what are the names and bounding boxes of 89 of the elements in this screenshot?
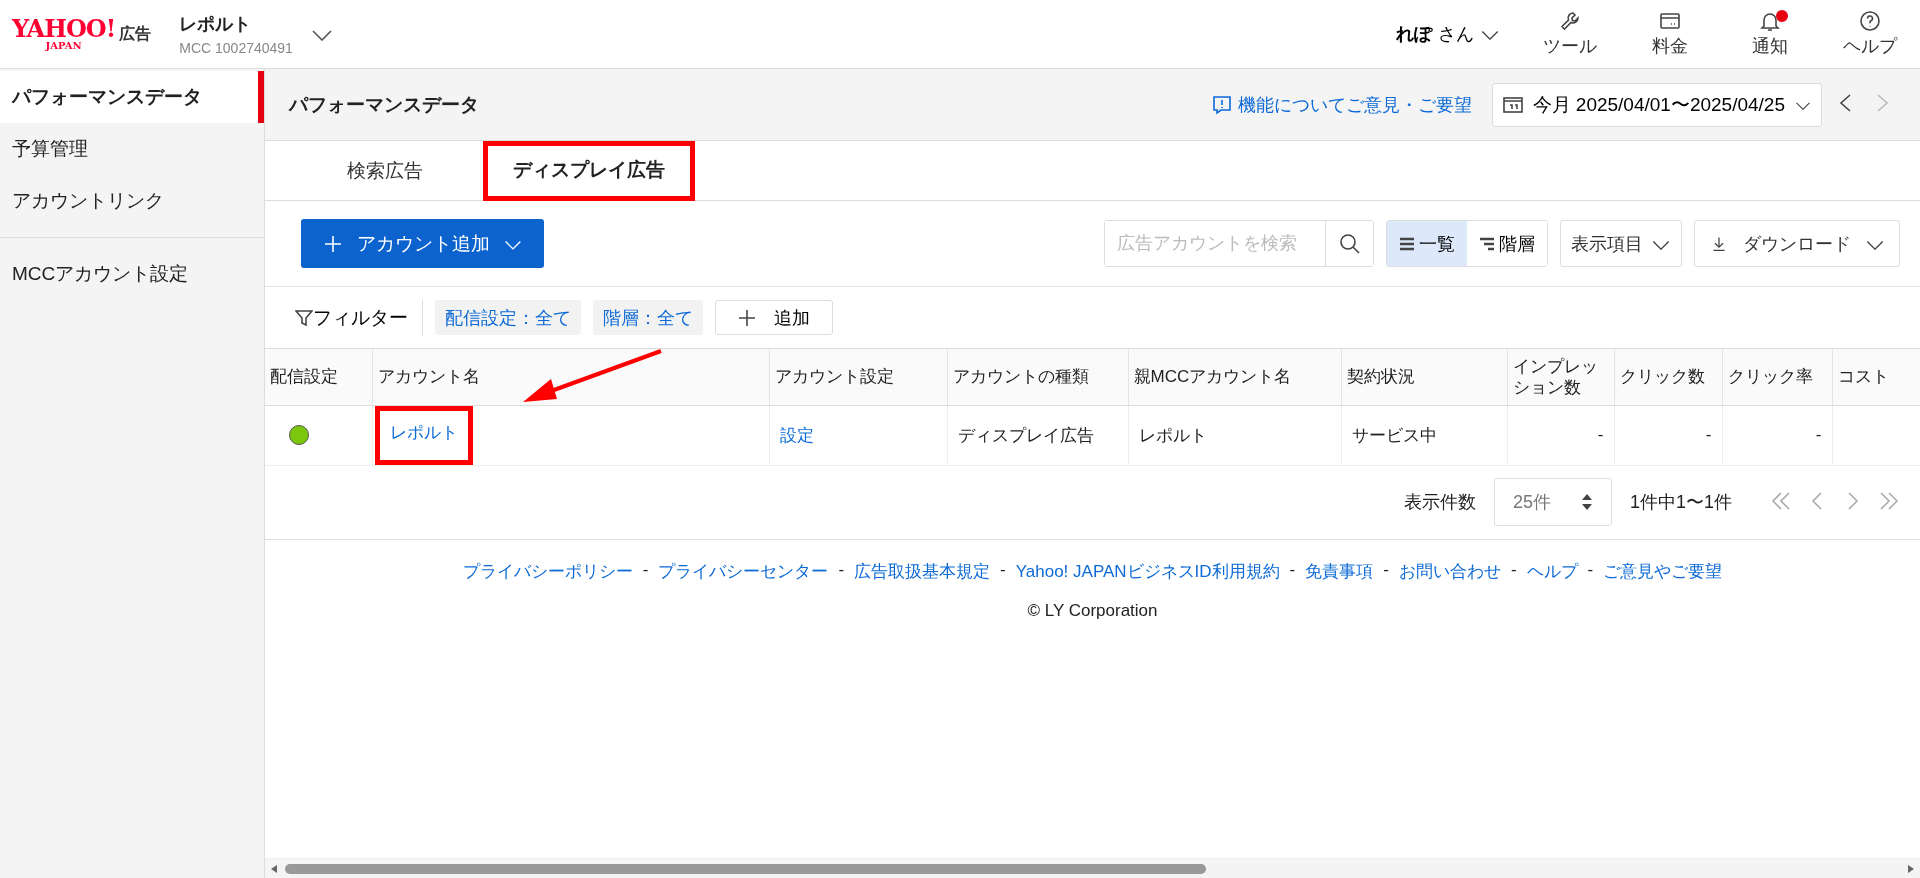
bell-icon [1759,10,1781,32]
column-header: クリック率 [1722,349,1832,405]
per-page-select[interactable]: 25件 [1493,478,1612,526]
column-header: 配信設定 [265,349,372,405]
filter-chip[interactable]: 階層：全て [593,300,703,335]
table-cell: - [1722,405,1832,465]
wrench-icon [1559,10,1581,32]
column-header: インプレッション数 [1507,349,1614,405]
sidebar-item[interactable]: パフォーマンスデータ [0,71,264,123]
account-id: MCC 1002740491 [179,40,293,56]
sort-arrows-icon [1580,492,1593,512]
chevron-down-icon [1480,28,1500,40]
table-cell: サービス中 [1341,405,1507,465]
logo-suffix: 広告 [119,23,152,44]
account-link[interactable]: レポルト [374,405,473,465]
list-icon [1399,236,1415,251]
separator: - [642,559,649,581]
date-range-picker[interactable]: 今月 2025/04/01〜2025/04/25 [1491,82,1822,127]
table-cell: レポルト [1128,405,1341,465]
scrollbar-thumb[interactable] [285,863,1206,874]
logo-text: YAHOO! [12,17,116,41]
footer-link[interactable]: 免責事項 [1305,559,1374,583]
filter-chip[interactable]: 配信設定：全て [435,300,581,335]
column-header: アカウント名 [372,349,769,405]
double-chevron-left-icon [1770,490,1792,512]
scroll-left-icon [269,863,279,874]
footer-link[interactable]: Yahoo! JAPANビジネスID利用規約 [1015,559,1280,583]
tab[interactable]: 検索広告 [317,141,453,201]
chevron-left-icon [1838,93,1852,113]
chevron-right-icon [1876,93,1890,113]
footer-link[interactable]: プライバシーポリシー [462,559,633,583]
per-page-label: 表示件数 [1403,491,1476,514]
search-field[interactable]: 広告アカウントを検索 [1104,220,1374,267]
tab[interactable]: ディスプレイ広告 [483,141,695,201]
separator: - [838,559,845,581]
horizontal-scrollbar[interactable] [265,858,1920,878]
separator: - [1289,559,1296,581]
footer-link[interactable]: プライバシーセンター [658,559,829,583]
separator: - [1510,559,1517,581]
download-button[interactable]: ダウンロード [1694,220,1900,267]
table-cell: - [1614,405,1722,465]
toolbar-button[interactable]: ツール [1520,0,1620,68]
user-menu[interactable]: れぽ さん [1390,21,1506,47]
settings-link[interactable]: 設定 [779,423,814,447]
result-count: 1件中1〜1件 [1629,491,1732,514]
view-toggle[interactable]: 一覧 [1387,221,1467,266]
hierarchy-icon [1479,236,1495,251]
search-button[interactable] [1325,221,1373,266]
feedback-icon [1211,94,1232,115]
column-header: アカウントの種類 [947,349,1128,405]
plus-icon [323,233,343,254]
plus-icon [738,308,756,327]
separator: - [1587,559,1594,581]
calendar-icon [1502,96,1523,113]
feedback-link[interactable]: 機能についてご意見・ご要望 [1211,92,1472,117]
sidebar-item[interactable]: アカウントリンク [0,175,264,227]
copyright: © LY Corporation [1027,600,1158,621]
scroll-right-icon [1906,863,1916,874]
double-chevron-right-icon [1878,490,1900,512]
footer-link[interactable]: ご意見やご要望 [1603,559,1723,583]
separator: - [1000,559,1006,581]
toolbar-button[interactable]: 通知 [1720,0,1820,68]
filter-button[interactable]: フィルター [289,299,423,336]
chevron-down-icon[interactable] [310,27,333,41]
account-name: レポルト [179,13,253,36]
add-filter-button[interactable]: 追加 [715,300,833,335]
column-header: アカウント設定 [769,349,947,405]
column-header: 契約状況 [1341,349,1507,405]
footer-link[interactable]: 広告取扱基本規定 [854,559,991,583]
filter-icon [295,308,313,327]
table-cell: ディスプレイ広告 [947,405,1128,465]
toolbar-button[interactable]: ヘルプ [1820,0,1920,68]
separator: - [1383,559,1389,581]
help-icon [1859,10,1881,32]
sidebar-item[interactable]: MCCアカウント設定 [0,248,264,300]
footer-link[interactable]: ヘルプ [1526,559,1578,583]
footer-link[interactable]: お問い合わせ [1398,559,1501,583]
column-header: 親MCCアカウント名 [1128,349,1341,405]
card-icon [1659,10,1681,32]
column-header: コスト [1832,349,1920,405]
add-account-button[interactable]: アカウント追加 [301,219,544,268]
column-header: クリック数 [1614,349,1722,405]
logo-subtext: JAPAN [45,41,82,51]
columns-button[interactable]: 表示項目 [1560,220,1682,267]
sidebar-item[interactable]: 予算管理 [0,123,264,175]
search-icon [1338,232,1361,255]
table-cell: - [1507,405,1614,465]
toolbar-button[interactable]: 料金 [1620,0,1720,68]
page-title: パフォーマンスデータ [289,92,479,117]
